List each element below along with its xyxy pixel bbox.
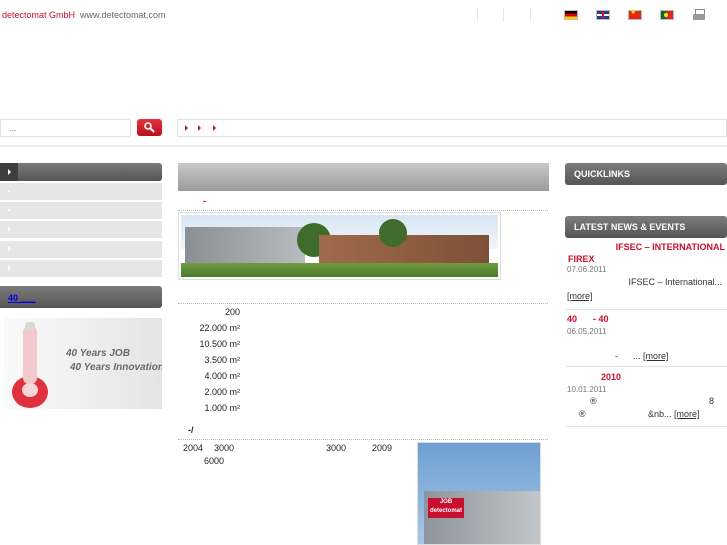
top-separator — [477, 8, 478, 22]
sidebar-item[interactable] — [0, 221, 162, 238]
news-text: ® — [590, 396, 597, 406]
gb-flag-icon[interactable] — [596, 10, 610, 20]
arrow-right-icon — [8, 246, 11, 252]
dotted-divider — [178, 210, 548, 211]
breadcrumb-arrow-icon — [185, 125, 188, 131]
history-value: 3000 — [214, 443, 235, 453]
headquarters-photo: JOB detectomat — [417, 442, 541, 545]
company-building-photo — [178, 212, 501, 280]
news-date: 06.05.2011 — [567, 327, 607, 336]
news-divider — [565, 309, 727, 310]
fact-value: 10.500 m² — [199, 339, 240, 349]
news-text: &nb... — [648, 409, 672, 419]
news-title[interactable]: FIREX — [565, 254, 727, 264]
news-more-link[interactable]: [more] — [674, 409, 700, 419]
content-title-marker: - — [203, 196, 206, 206]
breadcrumb-arrow-icon — [213, 125, 216, 131]
sidebar-item[interactable] — [0, 202, 162, 219]
photo-grass — [181, 263, 498, 277]
news-date: 10.01.2011 — [567, 385, 607, 394]
news-text: ... — [633, 351, 641, 361]
news-text: - — [615, 351, 618, 361]
company-name: detectomat GmbH — [2, 10, 76, 20]
print-icon[interactable] — [693, 9, 705, 21]
sidebar-item[interactable] — [0, 260, 162, 277]
fact-value: 4.000 m² — [204, 371, 240, 381]
news-text: ® — [579, 409, 586, 419]
nav-tab — [0, 163, 18, 181]
nav-header[interactable] — [0, 163, 162, 181]
photo-tree — [379, 219, 407, 247]
header-divider — [0, 145, 727, 147]
news-text: 8 — [709, 396, 715, 406]
arrow-right-icon — [8, 169, 11, 175]
dotted-divider — [178, 439, 548, 440]
news-item: IFSEC – INTERNATIONAL FIREX 07.06.2011 I… — [565, 242, 727, 301]
history-value: 3000 — [326, 443, 347, 453]
news-header[interactable]: LATEST NEWS & EVENTS — [565, 216, 727, 238]
search-icon — [144, 122, 155, 133]
fact-value: 3.500 m² — [204, 355, 240, 365]
photo-building — [185, 227, 305, 265]
content-header — [178, 163, 549, 191]
promo-text-line2: 40 Years Innovation — [70, 362, 162, 373]
detector-icon — [12, 322, 48, 408]
de-flag-icon[interactable] — [564, 10, 578, 20]
breadcrumb-arrow-icon — [198, 125, 201, 131]
top-separator — [503, 8, 504, 22]
breadcrumb — [177, 119, 727, 137]
anniversary-banner[interactable]: 40 Years JOB 40 Years Innovation — [4, 318, 162, 409]
history-year: 2009 — [372, 443, 393, 453]
bullet-icon — [8, 209, 10, 211]
arrow-right-icon — [8, 265, 11, 271]
news-date: 07.06.2011 — [567, 265, 607, 274]
news-more-link[interactable]: [more] — [643, 351, 669, 361]
pt-flag-icon[interactable] — [660, 10, 674, 20]
top-bar: detectomat GmbH www.detectomat.com — [0, 0, 727, 30]
history-year: 2004 — [183, 443, 204, 453]
top-separator — [530, 8, 531, 22]
promo-link[interactable]: 40 ___ — [8, 293, 36, 303]
dotted-divider — [178, 303, 548, 304]
history-value: 6000 — [204, 456, 225, 466]
fact-value: 1.000 m² — [204, 403, 240, 413]
sidebar-item[interactable] — [0, 183, 162, 200]
quicklinks-header[interactable]: QUICKLINKS — [565, 163, 727, 185]
news-title[interactable]: 40 — [567, 314, 577, 324]
building-logo: JOB detectomat — [428, 498, 464, 518]
news-divider — [565, 426, 727, 427]
website-url[interactable]: www.detectomat.com — [80, 10, 166, 20]
promo-text-line1: 40 Years JOB — [66, 348, 130, 359]
arrow-right-icon — [8, 226, 11, 232]
fact-value: 2.000 m² — [204, 387, 240, 397]
news-text: IFSEC – International... — [628, 277, 722, 287]
bullet-icon — [8, 190, 10, 192]
fact-value: 200 — [224, 307, 240, 317]
news-title[interactable]: 2010 — [601, 372, 621, 382]
news-more-link[interactable]: [more] — [567, 291, 593, 301]
news-title[interactable]: IFSEC – INTERNATIONAL — [565, 242, 727, 252]
news-title[interactable]: - 40 — [593, 314, 609, 324]
news-divider — [565, 366, 727, 367]
sidebar-item[interactable] — [0, 241, 162, 258]
history-title-marker: -/ — [188, 425, 194, 435]
cn-flag-icon[interactable] — [628, 8, 642, 20]
search-button[interactable] — [137, 119, 162, 136]
search-input[interactable] — [0, 119, 131, 137]
fact-value: 22.000 m² — [199, 323, 240, 333]
